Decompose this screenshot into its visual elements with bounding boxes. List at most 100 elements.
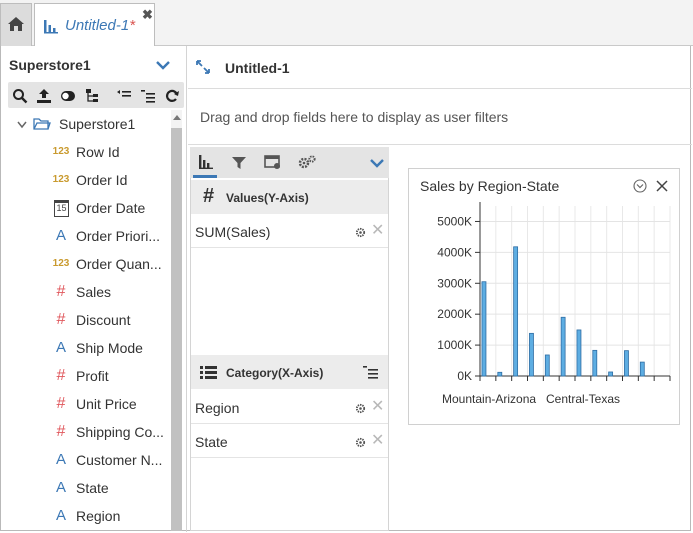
bar-7 <box>592 349 598 377</box>
collapse-list-icon[interactable] <box>116 88 132 104</box>
text-a-icon: A <box>55 451 66 468</box>
y-tick-label: 2000K <box>437 307 472 321</box>
datasource-title: Superstore1 <box>9 57 91 73</box>
hash-icon: # <box>56 395 66 412</box>
hierarchy-icon[interactable] <box>84 88 100 104</box>
list-sort-icon[interactable] <box>140 88 156 104</box>
123-icon: 123 <box>52 258 70 269</box>
settings-gears-icon[interactable] <box>297 154 317 170</box>
list-icon <box>200 366 217 379</box>
field-label: State <box>195 434 228 450</box>
bar-8 <box>608 371 614 377</box>
tree-field-label: Customer N... <box>76 452 163 468</box>
scroll-up-arrow-icon[interactable] <box>173 115 181 120</box>
text-a-icon: A <box>55 339 66 356</box>
hash-icon: # <box>56 311 66 328</box>
hash-icon: # <box>56 367 66 384</box>
tree-scrollbar-thumb[interactable] <box>171 128 182 531</box>
tree-field-label: Unit Price <box>76 396 137 412</box>
tree-field-label: Sales <box>76 284 112 300</box>
tree-field-label: Shipping Co... <box>76 424 164 440</box>
values-field-0[interactable]: SUM(Sales) ✕ <box>191 216 388 248</box>
field-label: SUM(Sales) <box>195 224 271 240</box>
close-tab-icon[interactable]: ✖ <box>142 8 153 21</box>
text-a-icon: A <box>55 227 66 244</box>
datasource-toolbar <box>8 82 184 108</box>
upload-icon[interactable] <box>36 88 52 104</box>
bar-9 <box>624 350 629 377</box>
category-section-header: Category(X-Axis) <box>191 355 388 389</box>
chevron-down-icon[interactable] <box>370 158 384 168</box>
sort-menu-icon[interactable] <box>363 365 379 379</box>
tree-field-label: Ship Mode <box>76 340 143 356</box>
tree-field-label: Order Date <box>76 200 146 216</box>
bar-10 <box>639 361 645 377</box>
bar-chart-icon <box>44 20 58 34</box>
remove-field-icon[interactable]: ✕ <box>371 399 384 415</box>
123-icon: 123 <box>52 146 70 157</box>
text-a-icon: A <box>55 507 66 524</box>
tree-field-label: Order Id <box>76 172 128 188</box>
refresh-icon[interactable] <box>164 88 180 104</box>
tree-field-label: Region <box>76 508 121 524</box>
view-title: Untitled-1 <box>225 60 290 76</box>
bar-5 <box>560 316 566 377</box>
values-section-header: # Values(Y-Axis) <box>191 180 388 214</box>
chevron-down-icon[interactable] <box>156 60 170 70</box>
search-icon[interactable] <box>12 88 28 104</box>
home-icon <box>8 17 24 31</box>
x-tick-label: Mountain-Arizona <box>442 392 536 406</box>
gear-icon[interactable] <box>355 403 366 414</box>
x-tick-label: Central-Texas <box>546 392 620 406</box>
field-label: Region <box>195 400 240 416</box>
gear-icon[interactable] <box>355 227 366 238</box>
tree-field-label: Profit <box>76 368 109 384</box>
toggle-icon[interactable] <box>60 88 76 104</box>
chart-icon[interactable] <box>198 154 214 170</box>
y-tick-label: 1000K <box>437 338 472 352</box>
remove-field-icon[interactable]: ✕ <box>371 433 384 449</box>
tree-root-label: Superstore1 <box>59 116 136 132</box>
text-a-icon: A <box>55 479 66 496</box>
bar-6 <box>576 329 582 377</box>
bar-4 <box>544 354 550 377</box>
y-tick-label: 3000K <box>437 276 472 290</box>
expand-icon[interactable] <box>195 59 211 75</box>
tree-field-label: Order Quan... <box>76 256 162 272</box>
gear-icon[interactable] <box>355 437 366 448</box>
filter-drop-hint: Drag and drop fields here to display as … <box>200 109 509 125</box>
hash-icon: # <box>203 185 215 207</box>
tab-untitled-1[interactable]: Untitled-1* ✖ <box>34 3 155 46</box>
modified-marker: * <box>129 17 136 34</box>
tree-field-label: Discount <box>76 312 131 328</box>
tree-field-label: State <box>76 480 109 496</box>
home-tab[interactable] <box>0 3 32 46</box>
category-field-1[interactable]: State ✕ <box>191 426 388 458</box>
tree-field-label: Order Priori... <box>76 228 161 244</box>
active-tab-indicator <box>193 175 217 178</box>
sales-bar-chart: 0K 1000K 2000K 3000K 4000K 5000K Mountain-Ariz… <box>437 202 671 406</box>
format-icon[interactable] <box>264 154 282 170</box>
remove-field-icon[interactable]: ✕ <box>371 223 384 239</box>
field-list: 123 Row Id 123 Order Id 15 Order Date A Order P… <box>0 138 170 531</box>
category-header-label: Category(X-Axis) <box>226 366 324 380</box>
pane-divider[interactable] <box>186 46 187 532</box>
tab-title: Untitled-1* <box>65 17 136 34</box>
tree-field-label: Row Id <box>76 144 120 160</box>
bar-2 <box>513 246 519 377</box>
hash-icon: # <box>56 423 66 440</box>
calendar-icon: 15 <box>54 200 69 217</box>
values-header-label: Values(Y-Axis) <box>226 191 309 205</box>
chevron-down-icon[interactable] <box>17 121 27 129</box>
bar-1 <box>497 371 503 377</box>
y-tick-label: 5000K <box>437 214 472 228</box>
y-tick-label: 4000K <box>437 245 472 259</box>
tree-root[interactable]: Superstore1 <box>0 110 170 138</box>
y-tick-label: 0K <box>457 369 472 383</box>
category-field-0[interactable]: Region ✕ <box>191 392 388 424</box>
hash-icon: # <box>56 283 66 300</box>
bindings-toolbar <box>190 147 389 178</box>
123-icon: 123 <box>52 174 70 185</box>
filter-icon[interactable] <box>231 155 247 171</box>
folder-icon <box>33 118 51 130</box>
